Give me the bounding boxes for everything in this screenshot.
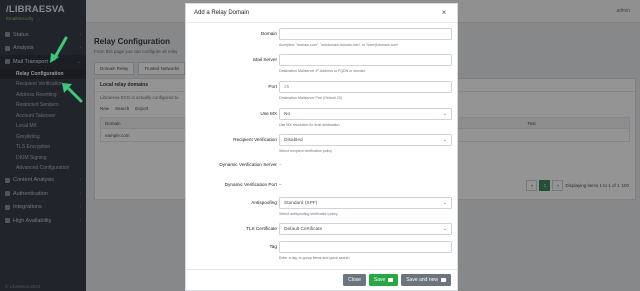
dynamic-server-label: Dynamic Verification Server: [219, 162, 277, 167]
mailserver-label: Mail Server: [253, 57, 277, 62]
save-button[interactable]: Save: [368, 274, 399, 286]
chevron-down-icon: ⌄: [442, 137, 447, 143]
close-icon[interactable]: ×: [439, 9, 449, 17]
antispoofing-value: Standard (SPF): [284, 200, 318, 206]
dynamic-port-value: –: [279, 182, 282, 187]
use-mx-value: No: [284, 111, 291, 117]
recipient-verification-label: Recipient Verification: [233, 137, 277, 142]
annotation-arrow-icon: [50, 36, 68, 63]
chevron-down-icon: ⌄: [442, 111, 447, 117]
antispoofing-select[interactable]: Standard (SPF) ⌄: [279, 197, 452, 209]
recipient-verification-value: Disabled: [284, 137, 303, 143]
dynamic-server-value: –: [279, 162, 282, 167]
tls-certificate-select[interactable]: Default Certificate ⌄: [279, 223, 452, 235]
tag-input[interactable]: [279, 241, 452, 253]
modal-header: Add a Relay Domain ×: [186, 4, 457, 23]
save-icon: [441, 278, 446, 282]
port-input[interactable]: 25: [279, 81, 452, 93]
tls-certificate-value: Default Certificate: [284, 226, 323, 232]
domain-help: Accepted: "domain.com", "subdomain.domai…: [279, 43, 399, 47]
save-and-new-button[interactable]: Save and new: [401, 274, 451, 286]
dynamic-port-label: Dynamic Verification Port: [224, 182, 277, 187]
tls-label: TLS Certificate: [246, 226, 277, 231]
port-label: Port: [268, 84, 277, 89]
save-icon: [388, 278, 394, 282]
mailserver-help: Destination Mailserver IP Address or FQD…: [279, 69, 366, 73]
antispoofing-label: Antispoofing: [251, 200, 277, 205]
domain-label: Domain: [260, 31, 277, 36]
modal-title: Add a Relay Domain: [194, 10, 250, 16]
use-mx-select[interactable]: No ⌄: [279, 108, 452, 120]
modal-footer: Close Save Save and new: [186, 269, 457, 290]
chevron-down-icon: ⌄: [442, 226, 447, 232]
use-mx-help: Use MX resolution for final destination: [279, 123, 340, 127]
recipient-verification-select[interactable]: Disabled ⌄: [279, 134, 452, 146]
close-button-label: Close: [348, 277, 361, 283]
chevron-down-icon: ⌄: [442, 200, 447, 206]
mailserver-input[interactable]: [279, 54, 452, 66]
use-mx-label: Use MX: [260, 111, 277, 116]
annotation-arrow-icon: [62, 83, 83, 103]
recipient-verification-help: Select recipient verification policy: [279, 149, 332, 153]
tag-label: Tag: [269, 244, 277, 249]
close-button[interactable]: Close: [343, 274, 366, 286]
antispoofing-help: Select antispoofing verification policy: [279, 212, 338, 216]
port-help: Destination Mailserver Port (Default 25): [279, 96, 342, 100]
domain-input[interactable]: [279, 28, 452, 40]
save-button-label: Save: [373, 277, 386, 283]
tag-help: Enter a tag, to group items and quick se…: [279, 256, 350, 260]
add-relay-domain-modal: Add a Relay Domain × Domain Accepted: "d…: [185, 3, 458, 291]
save-and-new-label: Save and new: [406, 277, 438, 283]
